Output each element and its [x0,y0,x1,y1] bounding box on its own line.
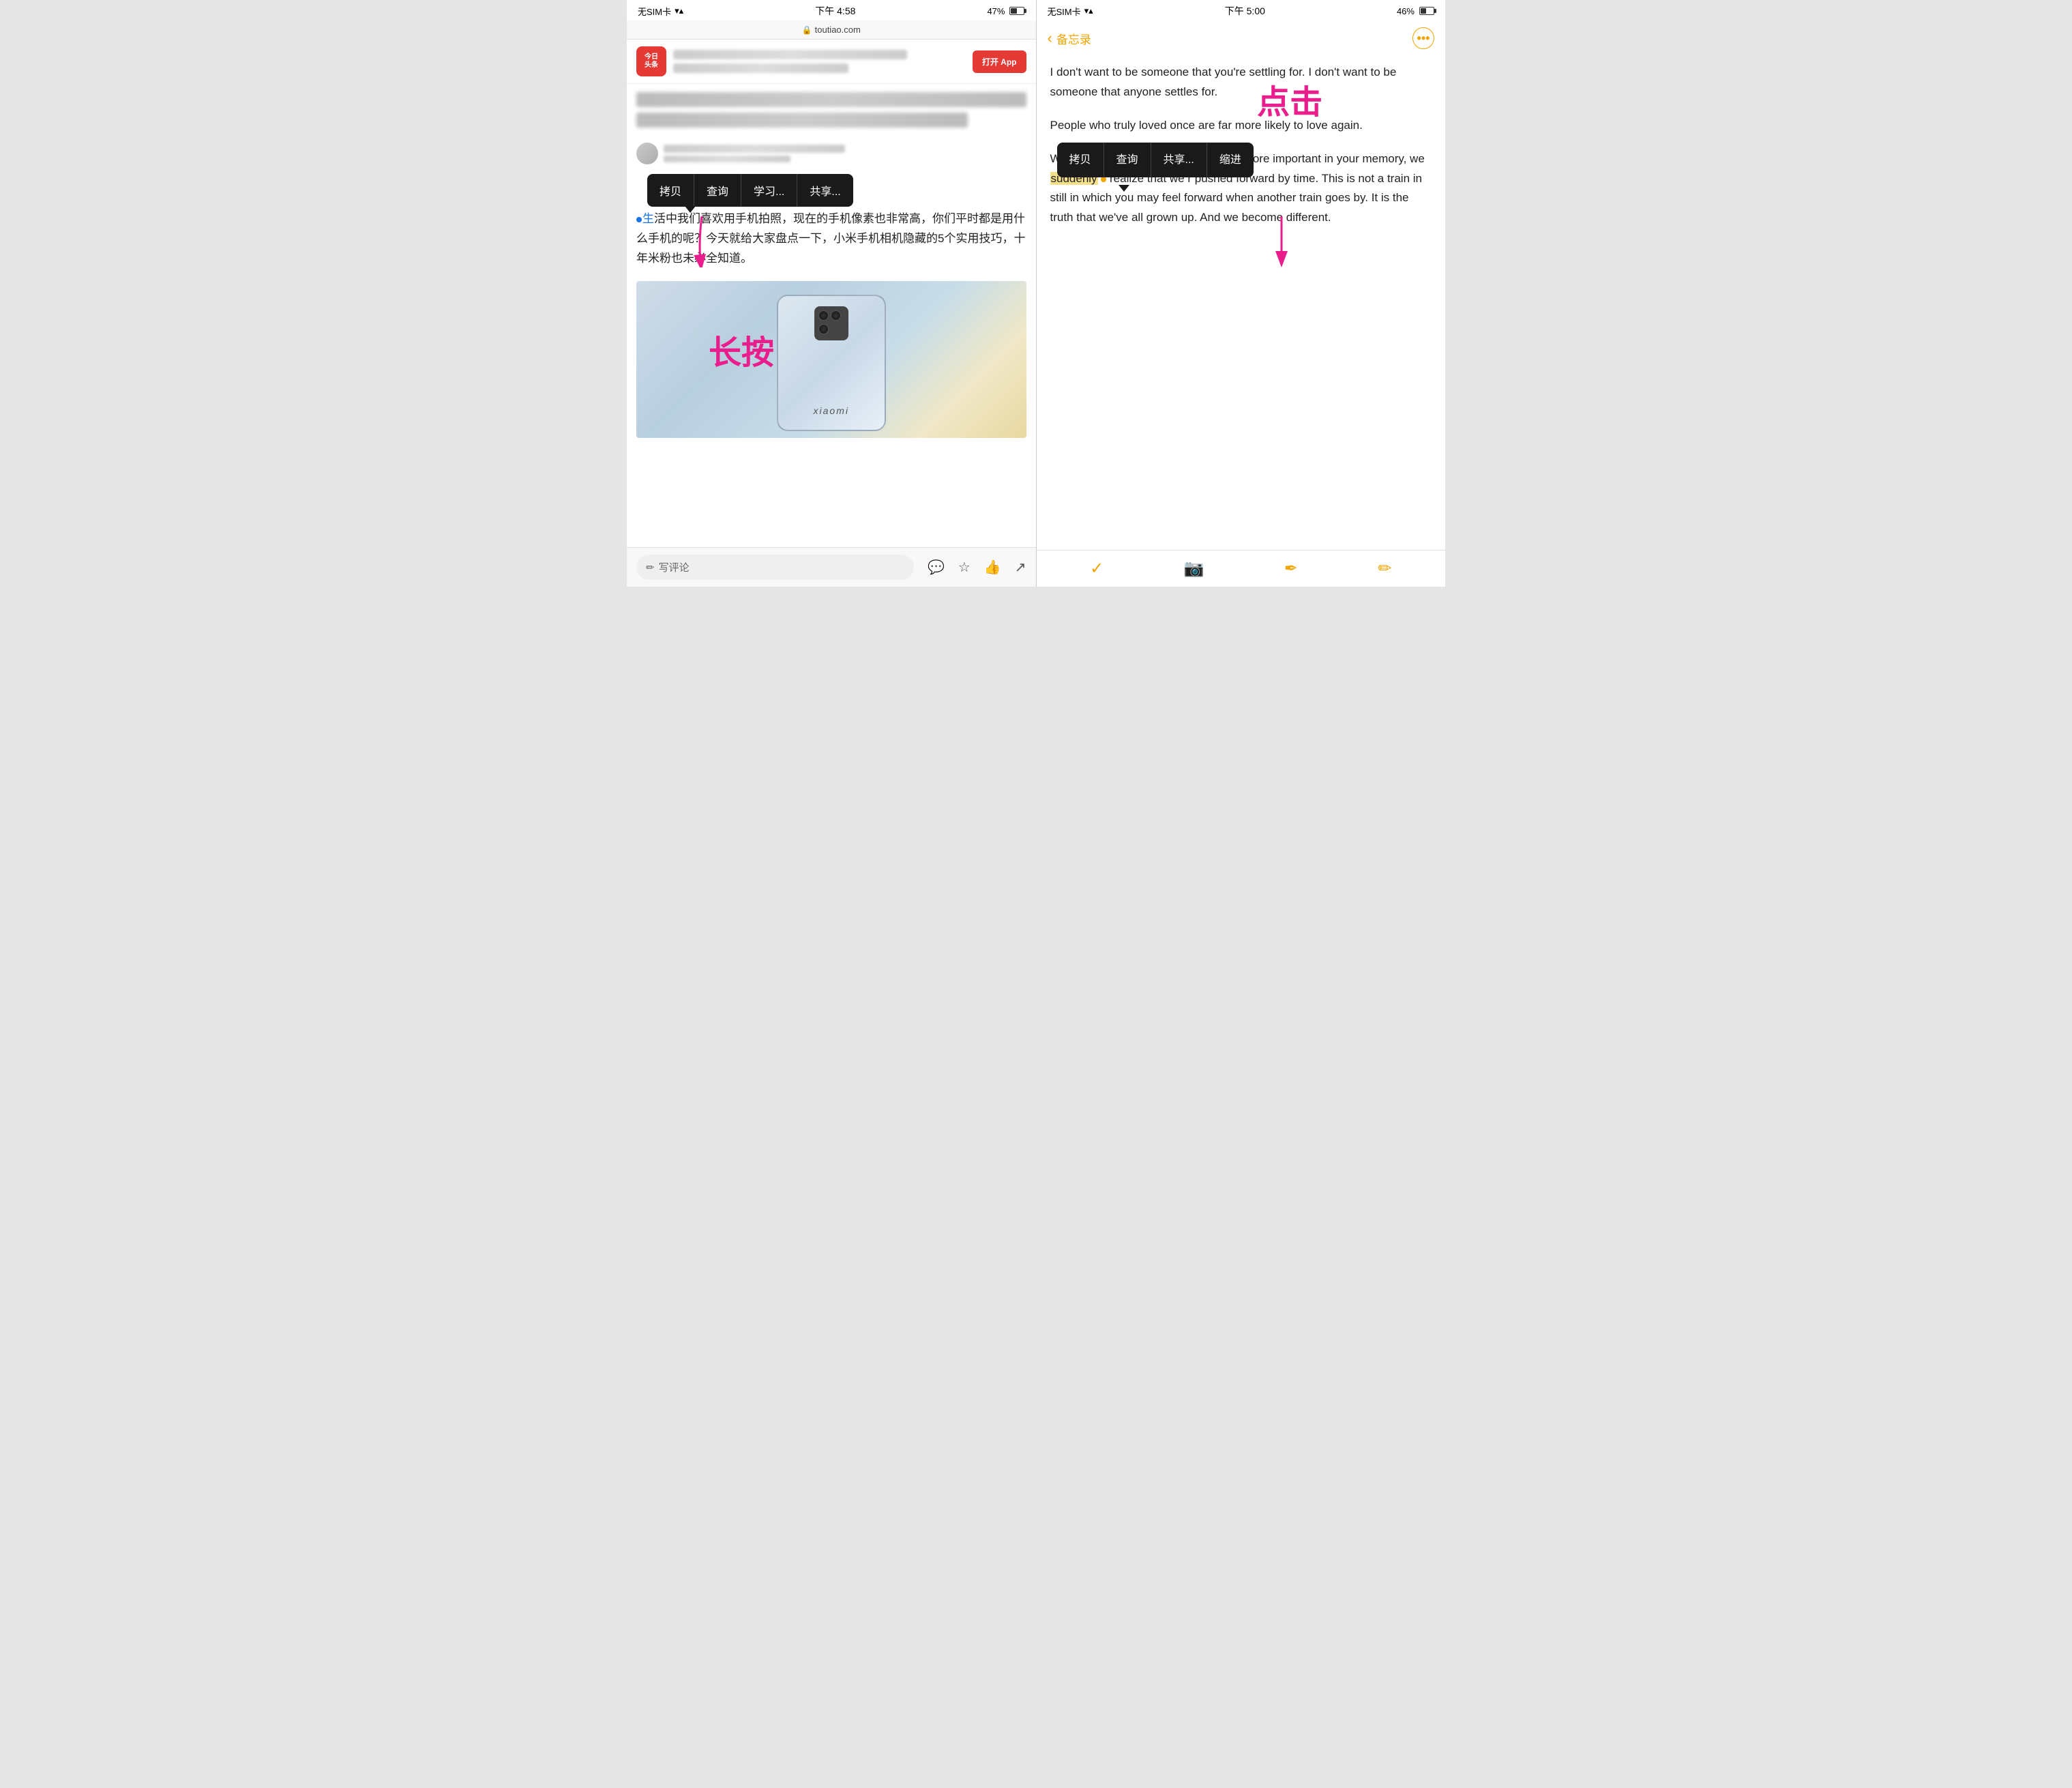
arrow-annotation-left [688,213,715,274]
notes-body[interactable]: I don't want to be someone that you're s… [1037,56,1446,296]
notes-nav: ‹ 备忘录 ••• [1037,20,1446,56]
left-status-right: 47% [987,6,1024,16]
right-menu-indent[interactable]: 缩进 [1207,143,1254,177]
right-battery-percent: 46% [1397,6,1415,16]
menu-item-learn[interactable]: 学习... [741,174,797,207]
pen-tool-icon[interactable]: ✒ [1284,559,1298,578]
selected-char: 生 [642,212,654,225]
comment-input[interactable]: ✏ 写评论 [636,555,914,580]
left-status-bar: 无SIM卡 ▾▴ 下午 4:58 47% [627,0,1036,20]
notes-paragraph-2: People who truly loved once are far more… [1050,116,1432,136]
right-status-right: 46% [1397,6,1434,16]
ellipsis-icon: ••• [1417,31,1430,46]
left-battery-percent: 47% [987,6,1005,16]
menu-arrow-right [1119,185,1129,192]
left-bottom-bar: ✏ 写评论 💬 ☆ 👍 ↗ [627,547,1036,587]
title-line-2 [636,113,968,128]
lens-2 [831,310,841,321]
right-no-sim: 无SIM卡 [1048,5,1081,18]
article-body-left: 生活中我们喜欢用手机拍照，现在的手机像素也非常高，你们平时都是用什么手机的呢？今… [627,209,1036,276]
author-avatar [636,143,658,164]
brand-text: xiaomi [814,405,849,416]
left-status-left: 无SIM卡 ▾▴ [638,5,683,18]
context-menu-left[interactable]: 拷贝 查询 学习... 共享... [647,174,853,207]
camera-tool-icon[interactable]: 📷 [1184,559,1204,578]
selection-dot-left [636,217,642,222]
left-phone: 无SIM卡 ▾▴ 下午 4:58 47% 🔒 toutiao.com 今日头条 [627,0,1037,587]
chevron-left-icon: ‹ [1048,29,1052,47]
left-battery-icon [1009,7,1024,15]
article-title [627,84,1036,138]
download-button[interactable]: 打开 App [973,50,1026,73]
chat-icon[interactable]: 💬 [928,559,945,576]
menu-item-lookup[interactable]: 查询 [694,174,741,207]
menu-arrow-left [685,206,696,213]
menu-item-copy[interactable]: 拷贝 [647,174,694,207]
comment-placeholder: 写评论 [659,560,690,574]
left-no-sim: 无SIM卡 [638,5,671,18]
right-phone: 无SIM卡 ▾▴ 下午 5:00 46% ‹ 备忘录 ••• 点击 [1037,0,1446,587]
lens-3 [818,324,829,334]
article-header: 今日头条 打开 App [627,40,1036,84]
share-icon[interactable]: ↗ [1015,559,1026,576]
notes-back-label: 备忘录 [1056,30,1091,47]
notes-back-button[interactable]: ‹ 备忘录 [1048,29,1091,47]
header-blurred [673,50,966,73]
article-date [664,156,790,162]
left-nav-bar: 🔒 toutiao.com [627,20,1036,40]
phone-camera-module [814,306,848,340]
checkmark-icon[interactable]: ✓ [1090,559,1104,578]
notes-bottom-toolbar: ✓ 📷 ✒ ✏ [1037,550,1446,587]
title-line-1 [636,92,1026,107]
right-menu-copy[interactable]: 拷贝 [1057,143,1104,177]
star-icon[interactable]: ☆ [958,559,971,576]
right-wifi-icon: ▾▴ [1084,5,1093,16]
menu-item-share[interactable]: 共享... [797,174,853,207]
right-battery-icon [1419,7,1434,15]
notes-more-button[interactable]: ••• [1412,27,1434,49]
article-image: xiaomi [636,281,1026,438]
article-meta [627,138,1036,168]
like-icon[interactable]: 👍 [984,559,1001,576]
app-logo: 今日头条 [636,46,666,76]
author-name [664,145,845,153]
right-status-bar: 无SIM卡 ▾▴ 下午 5:00 46% [1037,0,1446,20]
left-time: 下午 4:58 [815,4,855,18]
phone-image-outline: xiaomi [777,295,886,431]
context-menu-area-left: 拷贝 查询 学习... 共享... [627,168,1036,209]
left-wifi-icon: ▾▴ [675,5,683,16]
lens-1 [818,310,829,321]
compose-icon[interactable]: ✏ [1378,559,1391,578]
context-menu-right[interactable]: 拷贝 查询 共享... 缩进 [1057,143,1254,177]
lock-icon: 🔒 [802,25,812,35]
right-menu-share[interactable]: 共享... [1151,143,1207,177]
pen-icon: ✏ [646,561,655,574]
right-time: 下午 5:00 [1225,4,1265,18]
notes-paragraph-1: I don't want to be someone that you're s… [1050,63,1432,102]
right-menu-lookup[interactable]: 查询 [1104,143,1151,177]
right-status-left: 无SIM卡 ▾▴ [1048,5,1093,18]
nav-url: toutiao.com [815,25,861,35]
